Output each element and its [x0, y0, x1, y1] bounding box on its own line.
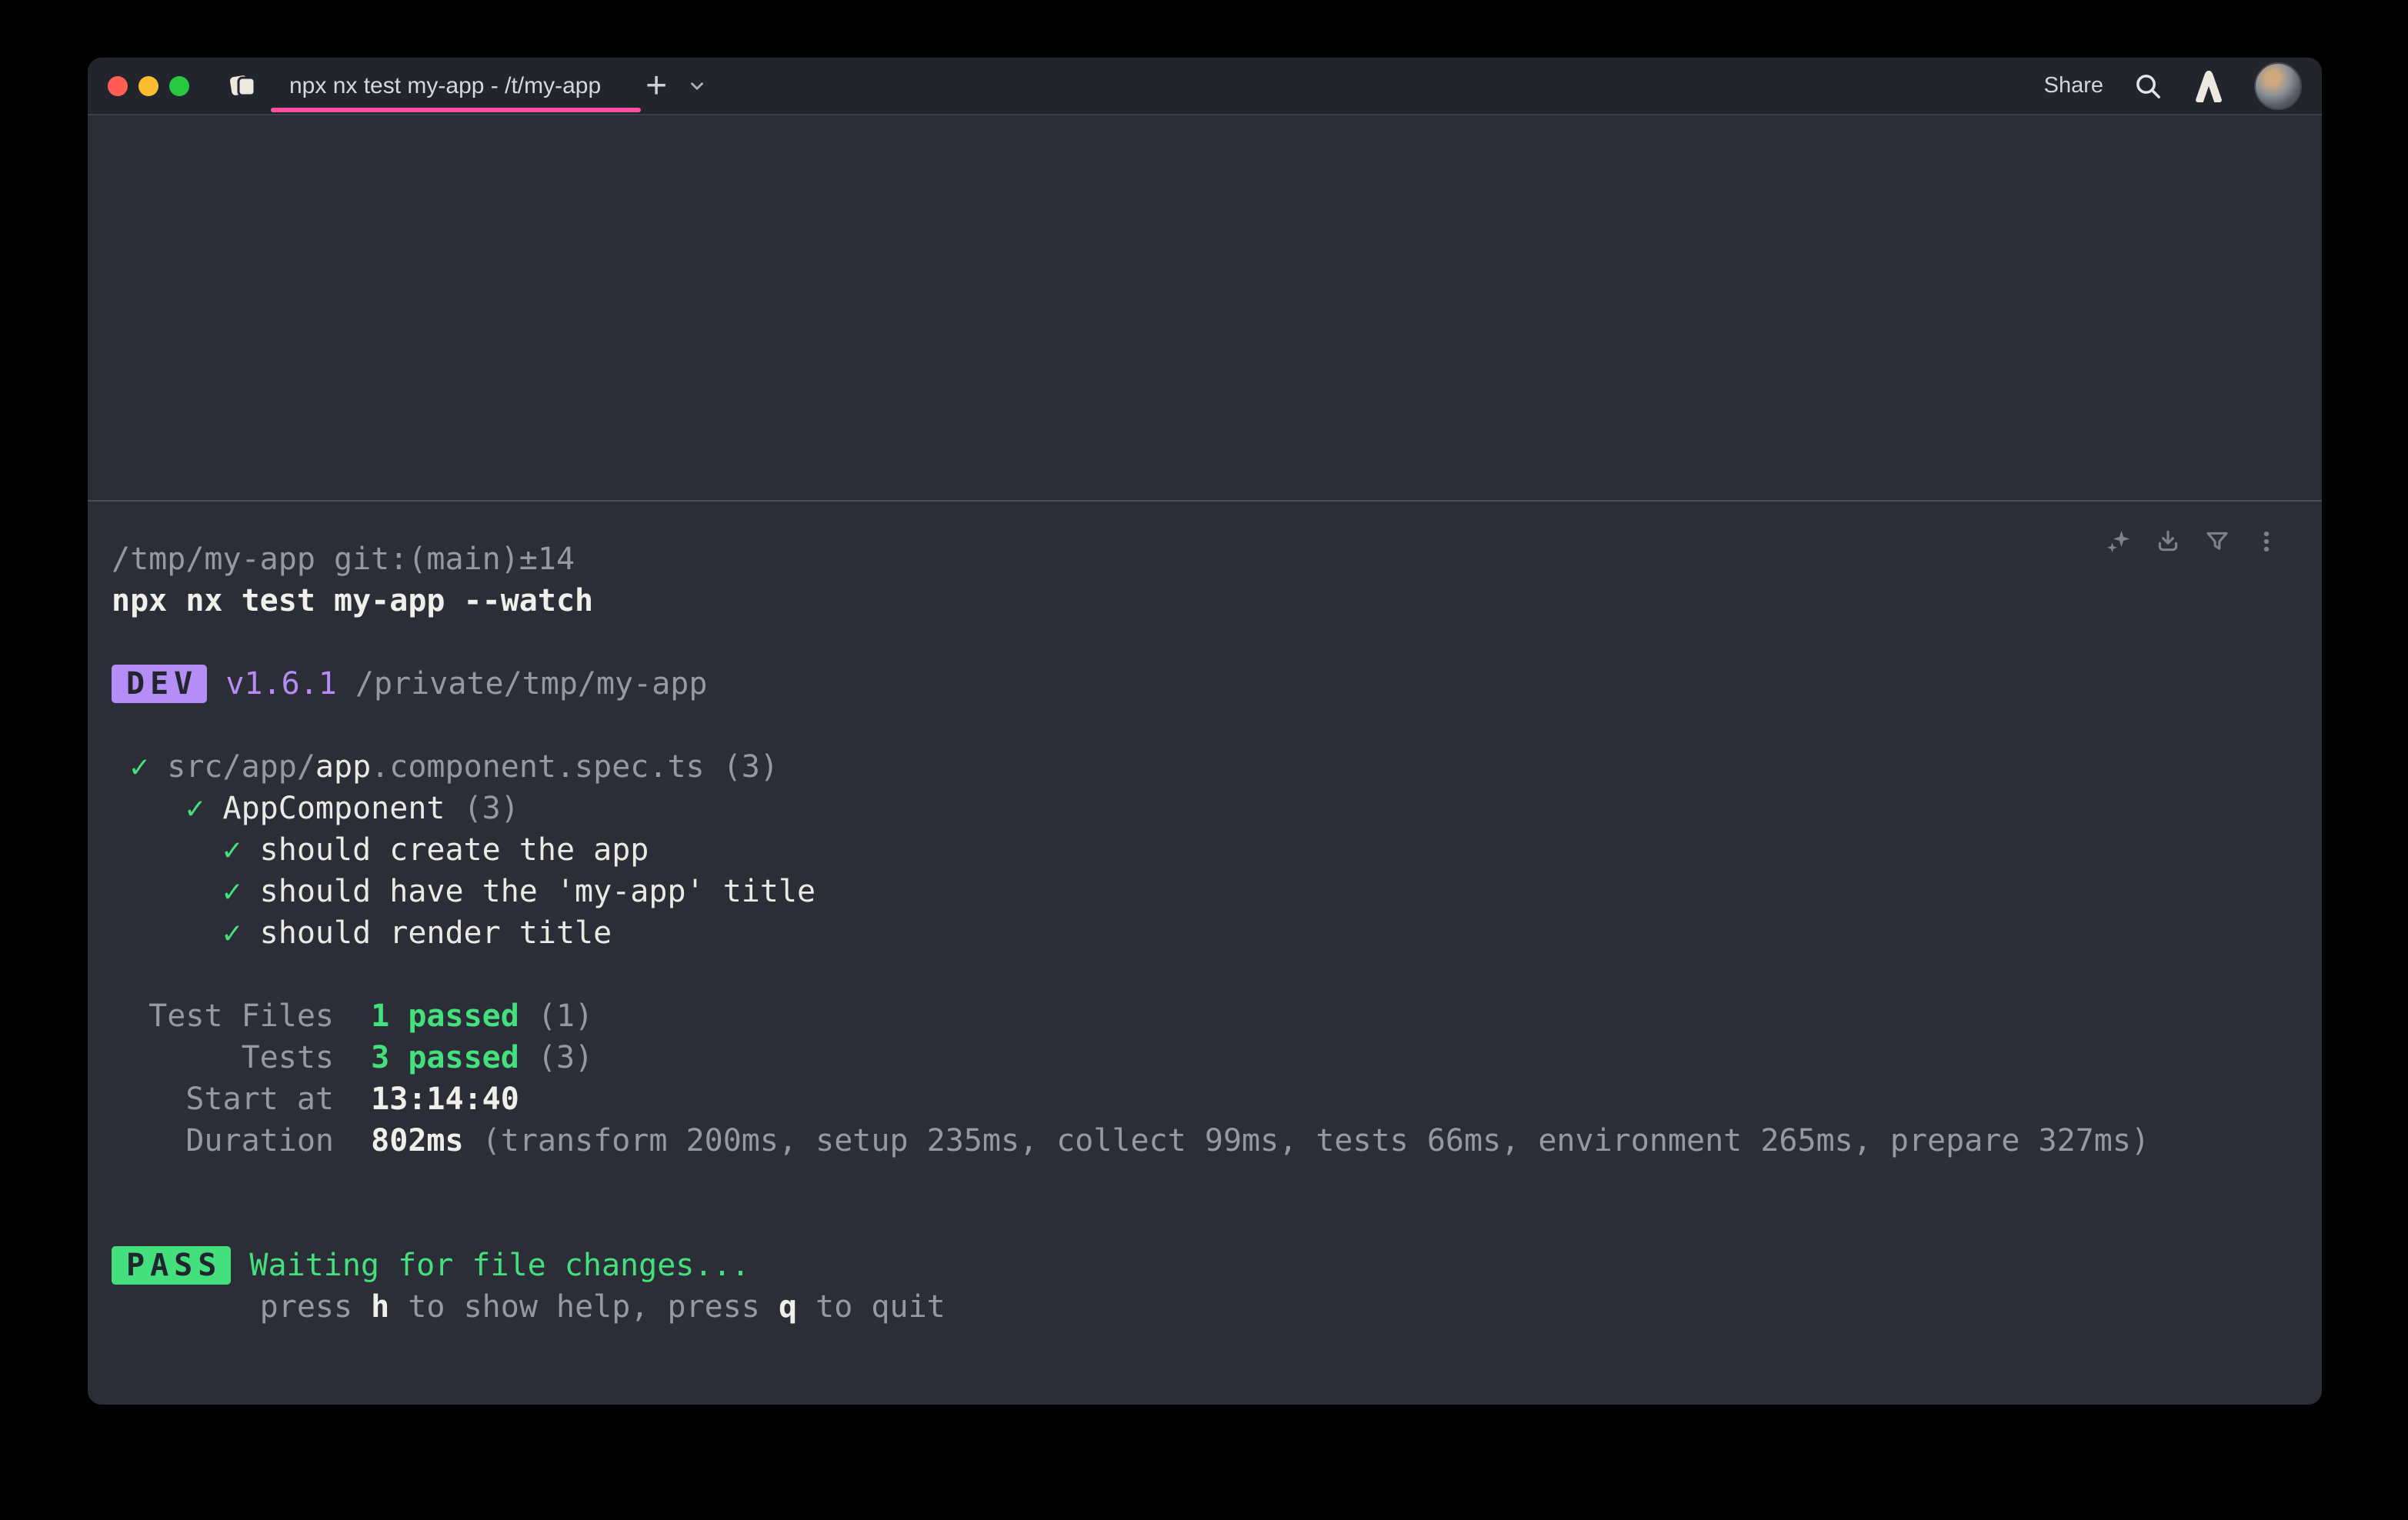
chevron-down-icon[interactable] — [687, 76, 707, 96]
share-button[interactable]: Share — [2044, 73, 2103, 98]
terminal-line: DEV v1.6.1 /private/tmp/my-app — [112, 663, 2299, 705]
close-window-button[interactable] — [108, 76, 128, 96]
search-icon[interactable] — [2133, 71, 2163, 102]
tab-active[interactable]: npx nx test my-app - /t/my-app — [228, 58, 605, 114]
avatar[interactable] — [2254, 62, 2302, 110]
terminal-line: ✓ src/app/app.component.spec.ts (3) — [112, 746, 2299, 788]
terminal-line: ✓ should have the 'my-app' title — [112, 871, 2299, 912]
prompt-path: /tmp/my-app git:(main)±14 — [112, 542, 575, 577]
file-dir: src/app/ — [167, 749, 315, 785]
command-block: /tmp/my-app git:(main)±14 npx nx test my-… — [88, 500, 2322, 1405]
terminal-line — [112, 1162, 2299, 1203]
terminal-line: ✓ AppComponent (3) — [112, 788, 2299, 829]
block-toolbar — [2105, 528, 2280, 555]
dev-badge: DEV — [112, 665, 207, 703]
terminal-line: ✓ should render title — [112, 912, 2299, 954]
help-hint: to quit — [797, 1289, 946, 1325]
vitest-version: v1.6.1 — [207, 666, 337, 702]
summary-total: (3) — [519, 1040, 593, 1075]
terminal-line: Test Files 1 passed (1) — [112, 995, 2299, 1037]
summary-label: Duration — [112, 1123, 371, 1158]
download-icon[interactable] — [2154, 528, 2182, 555]
status-message: Waiting for file changes... — [231, 1248, 749, 1283]
scrollback-area — [88, 115, 2322, 500]
summary-label: Test Files — [112, 998, 371, 1034]
sparkles-icon[interactable] — [2105, 528, 2133, 555]
key-h: h — [371, 1289, 389, 1325]
key-q: q — [779, 1289, 797, 1325]
test-name: should create the app — [260, 832, 649, 868]
minimize-window-button[interactable] — [138, 76, 158, 96]
terminal-line: Duration 802ms (transform 200ms, setup 2… — [112, 1120, 2299, 1162]
test-name: should have the 'my-app' title — [260, 874, 815, 909]
test-count: (3) — [705, 749, 779, 785]
zoom-window-button[interactable] — [169, 76, 189, 96]
duration-value: 802ms — [371, 1123, 463, 1158]
filter-icon[interactable] — [2203, 528, 2231, 555]
terminal-line: press h to show help, press q to quit — [112, 1286, 2299, 1328]
terminal-line: Tests 3 passed (3) — [112, 1037, 2299, 1078]
summary-value: 3 passed — [371, 1040, 519, 1075]
file-name: app — [315, 749, 371, 785]
summary-label: Tests — [112, 1040, 371, 1075]
terminal-window: npx nx test my-app - /t/my-app + Share — [88, 58, 2322, 1405]
check-icon: ✓ — [112, 832, 260, 868]
kebab-menu-icon[interactable] — [2253, 528, 2280, 555]
help-hint: to show help, press — [389, 1289, 779, 1325]
tab-title: npx nx test my-app - /t/my-app — [285, 58, 605, 114]
terminal-line: npx nx test my-app --watch — [112, 580, 2299, 622]
new-tab-button[interactable]: + — [645, 68, 667, 105]
title-bar: npx nx test my-app - /t/my-app + Share — [88, 58, 2322, 115]
test-name: should render title — [260, 915, 612, 951]
start-time: 13:14:40 — [371, 1082, 519, 1117]
terminal-output: /tmp/my-app git:(main)±14 npx nx test my-… — [88, 502, 2322, 1328]
terminal-line: /tmp/my-app git:(main)±14 — [112, 538, 2299, 580]
terminal-line — [112, 954, 2299, 995]
command-text: npx nx test my-app --watch — [112, 583, 593, 618]
terminal-line: Start at 13:14:40 — [112, 1078, 2299, 1120]
project-path: /private/tmp/my-app — [337, 666, 708, 702]
terminal-line: PASS Waiting for file changes... — [112, 1245, 2299, 1286]
warp-logo-icon[interactable] — [2193, 69, 2225, 103]
check-icon: ✓ — [112, 749, 167, 785]
summary-total: (1) — [519, 998, 593, 1034]
check-icon: ✓ — [112, 915, 260, 951]
terminal-line: ✓ should create the app — [112, 829, 2299, 871]
help-hint: press — [112, 1289, 371, 1325]
pass-badge: PASS — [112, 1246, 231, 1285]
check-icon: ✓ — [112, 791, 223, 826]
terminal-line — [112, 1203, 2299, 1245]
terminal-line — [112, 622, 2299, 663]
test-count: (3) — [445, 791, 519, 826]
terminal-line — [112, 705, 2299, 746]
file-ext: .component.spec.ts — [371, 749, 704, 785]
traffic-lights — [88, 76, 209, 96]
summary-label: Start at — [112, 1082, 371, 1117]
check-icon: ✓ — [112, 874, 260, 909]
suite-name: AppComponent — [223, 791, 445, 826]
pages-icon — [228, 71, 258, 102]
duration-breakdown: (transform 200ms, setup 235ms, collect 9… — [464, 1123, 2150, 1158]
summary-value: 1 passed — [371, 998, 519, 1034]
